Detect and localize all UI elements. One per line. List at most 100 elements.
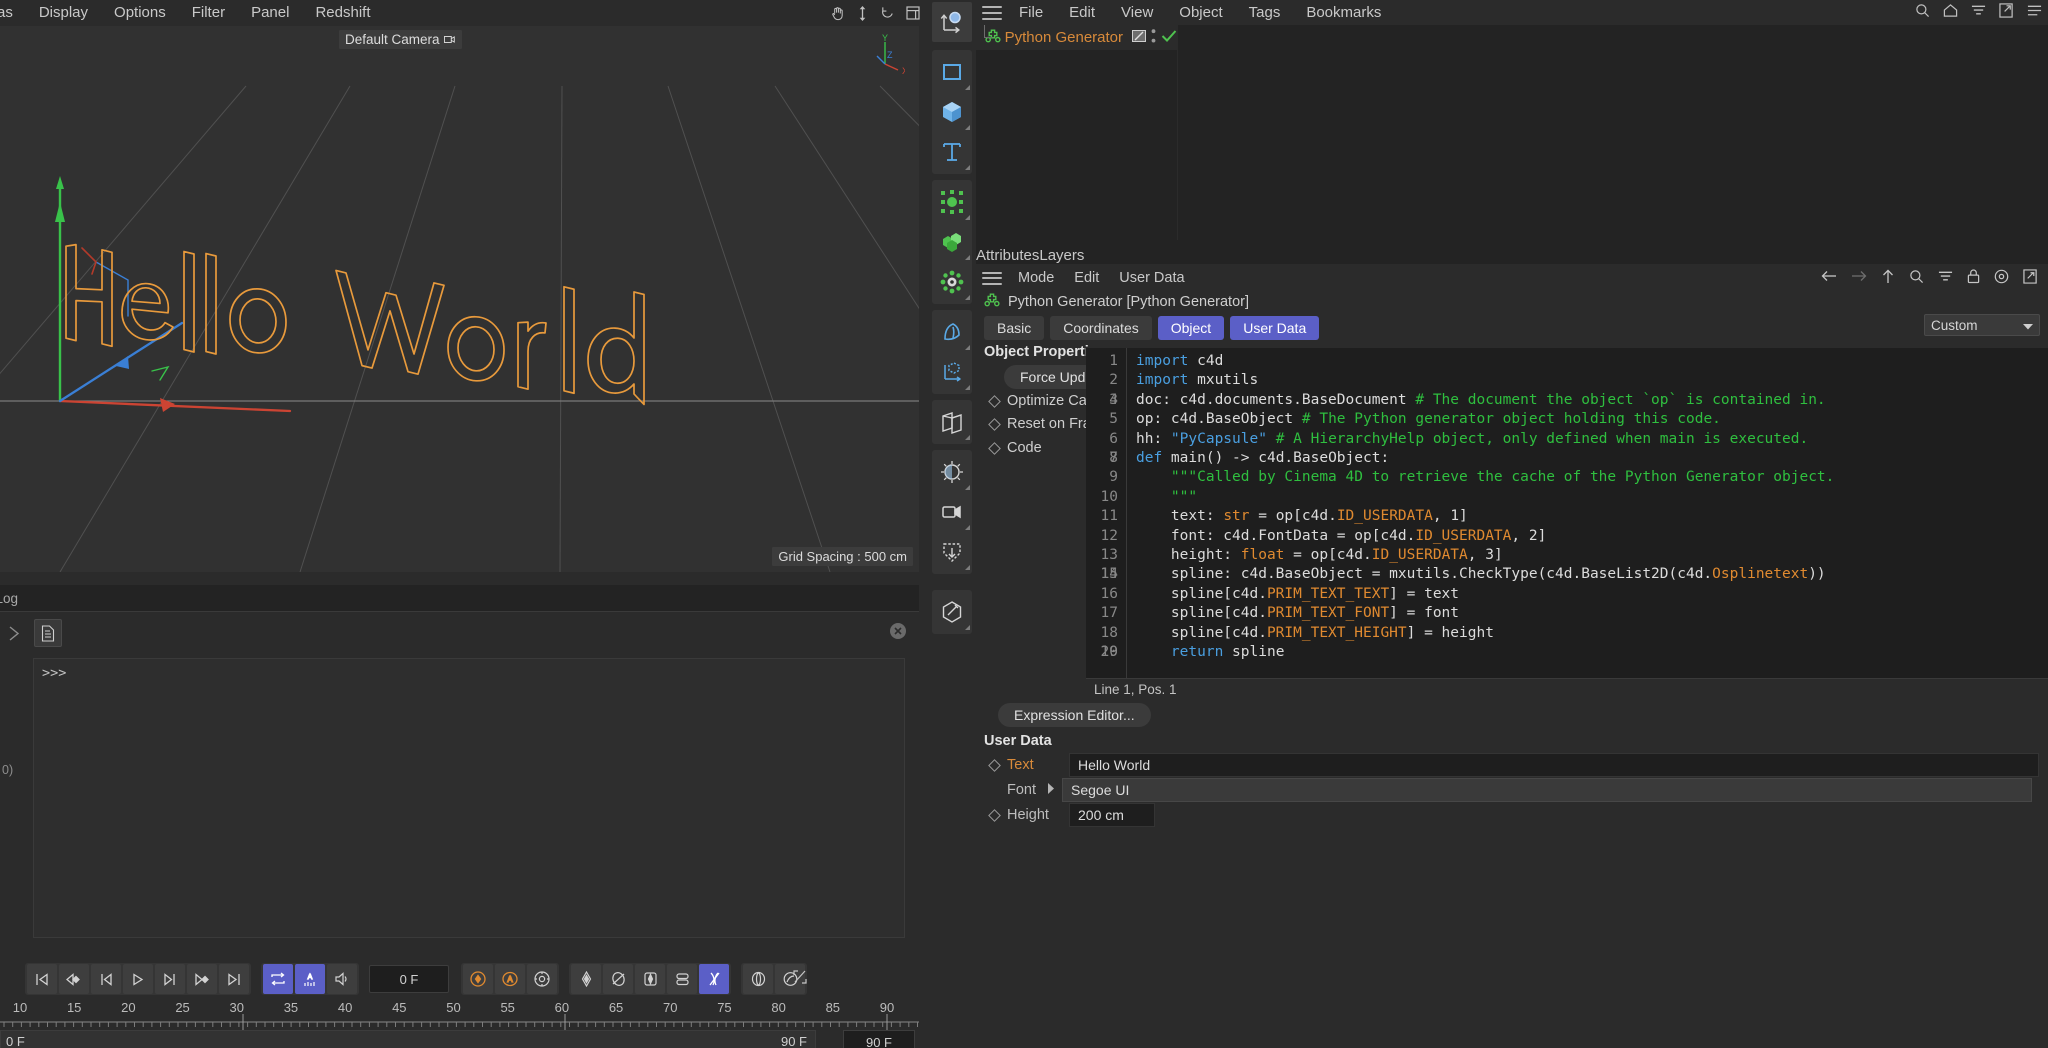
frame-icon[interactable]	[906, 6, 920, 20]
om-menu-tags[interactable]: Tags	[1236, 0, 1294, 25]
user-data-row-font[interactable]: Font Segoe UI	[990, 778, 2040, 802]
popout-icon[interactable]	[2023, 268, 2038, 288]
hamburger-menu-icon[interactable]	[982, 5, 1002, 20]
anim-diamond-icon[interactable]	[988, 417, 1001, 431]
home-icon[interactable]	[1943, 3, 1958, 22]
rectangle-select-icon[interactable]	[932, 52, 972, 92]
prop-tab-user-data[interactable]: User Data	[1230, 316, 1320, 340]
anim-diamond-icon[interactable]	[988, 394, 1001, 408]
hand-icon[interactable]	[830, 6, 845, 21]
om-menu-edit[interactable]: Edit	[1056, 0, 1108, 25]
prev-frame-icon[interactable]	[91, 964, 121, 994]
prop-tab-basic[interactable]: Basic	[984, 316, 1045, 340]
tag-icon[interactable]	[1132, 29, 1146, 46]
code-editor[interactable]: 1 import c4d 2 import mxutils 3 4 doc: c4d.doc…	[1086, 348, 2048, 678]
goto-start-icon[interactable]	[27, 964, 57, 994]
position-key-icon[interactable]	[571, 964, 601, 994]
generator-icon[interactable]	[932, 262, 972, 302]
axis-move-icon[interactable]	[932, 2, 972, 42]
current-frame-field[interactable]: 0 F	[369, 965, 449, 993]
goto-end-icon[interactable]	[219, 964, 249, 994]
preset-dropdown[interactable]: Custom	[1924, 314, 2040, 336]
null-object-icon[interactable]	[932, 182, 972, 222]
viewport-menu-panel[interactable]: Panel	[238, 0, 302, 26]
subdivision-surface-icon[interactable]	[932, 402, 972, 442]
next-key-icon[interactable]	[187, 964, 217, 994]
viewport-menu-display[interactable]: Display	[26, 0, 101, 26]
viewport-menu-redshift[interactable]: Redshift	[302, 0, 383, 26]
expand-arrows-icon[interactable]	[791, 968, 809, 990]
tab-layers[interactable]: Layers	[1039, 247, 1084, 264]
chevron-right-icon[interactable]	[1047, 782, 1062, 798]
anim-diamond-icon[interactable]	[988, 441, 1001, 455]
om-menu-object[interactable]: Object	[1166, 0, 1235, 25]
material-edit-icon[interactable]	[932, 592, 972, 632]
keyframe-selection-icon[interactable]	[527, 964, 557, 994]
hamburger-menu-icon[interactable]	[982, 271, 1002, 285]
forward-arrow-icon[interactable]	[1851, 269, 1867, 287]
om-menu-file[interactable]: File	[1006, 0, 1056, 25]
prop-tab-object[interactable]: Object	[1157, 316, 1225, 340]
tab-attributes[interactable]: Attributes	[976, 247, 1039, 264]
menu-icon[interactable]	[2027, 4, 2042, 21]
object-row-python-generator[interactable]: Python Generator	[976, 25, 1177, 50]
pla-key-icon[interactable]	[699, 964, 729, 994]
camera-label[interactable]: Default Camera	[339, 30, 462, 49]
sound-icon[interactable]	[327, 964, 357, 994]
am-menu-mode[interactable]: Mode	[1008, 270, 1064, 286]
next-frame-icon[interactable]	[155, 964, 185, 994]
point-level-anim-icon[interactable]	[743, 964, 773, 994]
light-icon[interactable]	[932, 452, 972, 492]
om-menu-view[interactable]: View	[1108, 0, 1166, 25]
up-arrow-icon[interactable]	[1881, 268, 1895, 288]
viewport-menu-options[interactable]: Options	[101, 0, 179, 26]
autokey-icon[interactable]: A	[295, 964, 325, 994]
clear-circle-icon[interactable]	[889, 622, 907, 640]
rotation-key-icon[interactable]	[603, 964, 633, 994]
search-icon[interactable]	[1909, 269, 1924, 288]
user-data-row-text[interactable]: Text Hello World	[988, 753, 2040, 777]
om-menu-bookmarks[interactable]: Bookmarks	[1293, 0, 1394, 25]
bend-deformer-icon[interactable]	[932, 312, 972, 352]
object-manager-list[interactable]: Python Generator	[976, 25, 2048, 240]
play-forward-icon[interactable]	[123, 964, 153, 994]
back-arrow-icon[interactable]	[1821, 269, 1837, 287]
check-icon[interactable]	[1161, 29, 1177, 47]
floor-environment-icon[interactable]	[932, 532, 972, 572]
user-data-field-text[interactable]: Hello World	[1069, 753, 2039, 777]
timeline-end-field[interactable]: 90 F	[843, 1030, 915, 1048]
camera-object-icon[interactable]	[932, 492, 972, 532]
cube-primitive-icon[interactable]	[932, 92, 972, 132]
user-data-field-font[interactable]: Segoe UI	[1062, 778, 2032, 802]
param-key-icon[interactable]	[667, 964, 697, 994]
timeline-ruler[interactable]: 10 15 20 25 30 35 40 45 50 55 60 65 70 75 80 85 90	[0, 1000, 919, 1030]
am-menu-edit[interactable]: Edit	[1064, 270, 1109, 286]
rotate-icon[interactable]	[880, 6, 895, 21]
loop-icon[interactable]	[263, 964, 293, 994]
anim-diamond-icon[interactable]	[988, 808, 1001, 822]
user-data-row-height[interactable]: Height 200 cm	[988, 803, 1155, 827]
scale-key-icon[interactable]	[635, 964, 665, 994]
target-icon[interactable]	[1994, 269, 2009, 288]
timeline-range[interactable]: 0 F 90 F	[0, 1030, 816, 1048]
text-spline-icon[interactable]	[932, 132, 972, 172]
prop-tab-coordinates[interactable]: Coordinates	[1050, 316, 1152, 340]
expression-editor-button[interactable]: Expression Editor...	[998, 703, 1151, 727]
lock-icon[interactable]	[1967, 268, 1980, 288]
array-object-icon[interactable]	[932, 222, 972, 262]
expand-icon[interactable]	[1999, 3, 2014, 22]
play-icon[interactable]	[0, 619, 28, 647]
viewport-menu-filter[interactable]: Filter	[179, 0, 238, 26]
am-menu-userdata[interactable]: User Data	[1109, 270, 1194, 286]
anim-diamond-icon[interactable]	[988, 758, 1001, 772]
document-icon[interactable]	[34, 619, 62, 647]
viewport-menu-cameras[interactable]: ras	[0, 0, 26, 26]
console-output[interactable]: >>>	[33, 658, 905, 938]
user-data-field-height[interactable]: 200 cm	[1069, 803, 1155, 827]
record-icon[interactable]	[463, 964, 493, 994]
filter-icon[interactable]	[1971, 4, 1986, 21]
search-icon[interactable]	[1915, 3, 1930, 22]
prev-key-icon[interactable]	[59, 964, 89, 994]
viewport-3d[interactable]: Default Camera Y X Z Grid Spacing : 500 …	[0, 26, 919, 572]
axis-coordinate-icon[interactable]	[932, 352, 972, 392]
